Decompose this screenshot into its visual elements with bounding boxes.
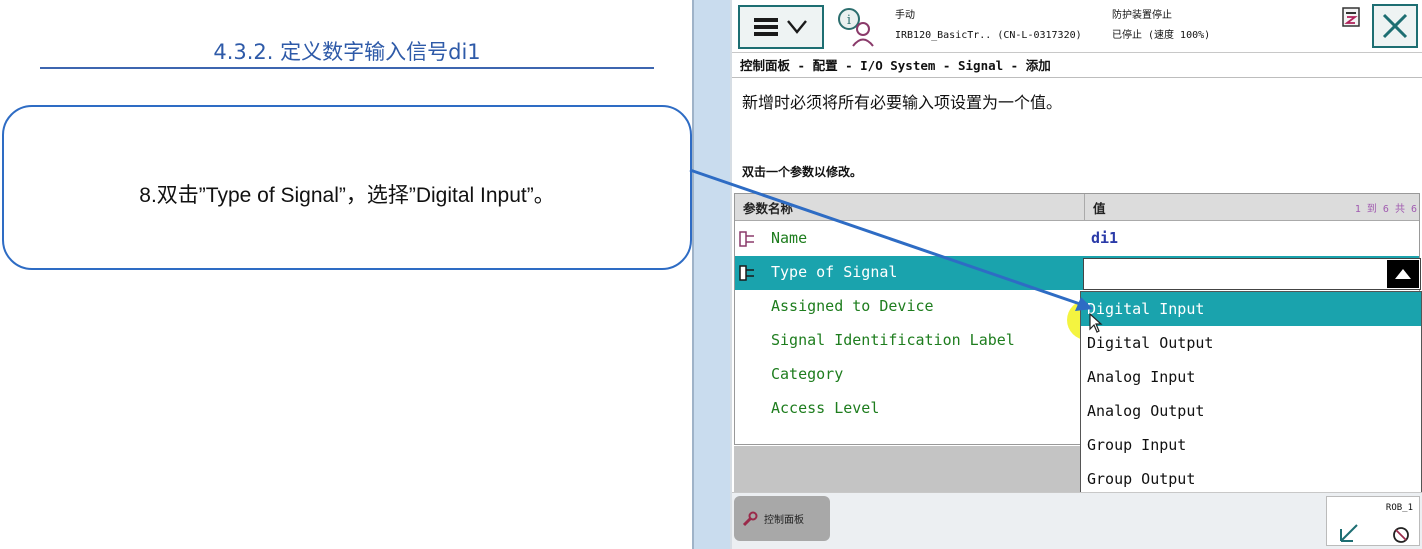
table-row-name[interactable]: Name di1 bbox=[735, 222, 1419, 256]
slide-panel: 4.3.2. 定义数字输入信号di1 8.双击”Type of Signal”，… bbox=[0, 0, 694, 549]
param-name: Type of Signal bbox=[771, 263, 898, 281]
step-callout: 8.双击”Type of Signal”，选择”Digital Input”。 bbox=[2, 105, 692, 270]
event-log-icon[interactable] bbox=[1342, 7, 1360, 27]
wrench-icon bbox=[742, 511, 758, 526]
param-value: di1 bbox=[1091, 229, 1119, 247]
signal-type-dropdown: Digital Input Digital Output Analog Inpu… bbox=[1080, 291, 1422, 495]
option-analog-input[interactable]: Analog Input bbox=[1081, 360, 1421, 394]
param-name: Access Level bbox=[771, 399, 880, 417]
column-divider bbox=[1084, 194, 1085, 221]
slide-title: 4.3.2. 定义数字输入信号di1 bbox=[213, 40, 481, 64]
svg-text:i: i bbox=[847, 13, 851, 28]
status-left: 手动 IRB120_BasicTr.. (CN-L-0317320) bbox=[895, 6, 1082, 46]
instruction-text: 新增时必须将所有必要输入项设置为一个值。 bbox=[742, 93, 1063, 112]
flexpendant-window: i 手动 IRB120_BasicTr.. (CN-L-0317320) 防护装… bbox=[730, 0, 1422, 549]
table-header: 参数名称 值 1 到 6 共 6 bbox=[735, 194, 1419, 221]
dropdown-toggle-button[interactable] bbox=[1387, 260, 1419, 288]
main-menu-button[interactable] bbox=[738, 5, 824, 49]
step-text: 8.双击”Type of Signal”，选择”Digital Input”。 bbox=[139, 184, 555, 207]
param-name: Signal Identification Label bbox=[771, 331, 1015, 349]
chevron-down-icon bbox=[787, 20, 807, 34]
hint-text: 双击一个参数以修改。 bbox=[742, 165, 863, 179]
protection-status: 防护装置停止 bbox=[1112, 10, 1172, 21]
close-icon bbox=[1382, 13, 1408, 39]
close-button[interactable] bbox=[1372, 4, 1418, 48]
jog-axes-icon bbox=[1340, 524, 1409, 543]
robot-label: ROB_1 bbox=[1385, 503, 1413, 513]
taskbar: 控制面板 ROB_1 bbox=[732, 492, 1422, 549]
page-indicator: 1 到 6 共 6 bbox=[1354, 204, 1417, 215]
top-bar: i 手动 IRB120_BasicTr.. (CN-L-0317320) 防护装… bbox=[732, 0, 1422, 53]
option-group-output[interactable]: Group Output bbox=[1081, 462, 1421, 496]
run-state: 已停止 (速度 100%) bbox=[1112, 30, 1211, 41]
mouse-pointer-icon bbox=[1089, 313, 1103, 333]
breadcrumb: 控制面板 - 配置 - I/O System - Signal - 添加 bbox=[740, 58, 1051, 73]
system-name: IRB120_BasicTr.. (CN-L-0317320) bbox=[895, 30, 1082, 41]
type-of-signal-select[interactable] bbox=[1083, 258, 1421, 290]
option-digital-input[interactable]: Digital Input bbox=[1081, 292, 1421, 326]
param-name: Category bbox=[771, 365, 844, 383]
status-right: 防护装置停止 已停止 (速度 100%) bbox=[1112, 6, 1210, 46]
option-analog-output[interactable]: Analog Output bbox=[1081, 394, 1421, 428]
triangle-up-icon bbox=[1395, 269, 1411, 279]
title-underline bbox=[40, 67, 654, 69]
hamburger-icon bbox=[754, 18, 778, 36]
taskbar-control-panel[interactable]: 控制面板 bbox=[734, 496, 830, 541]
param-name: Assigned to Device bbox=[771, 297, 934, 315]
breadcrumb-divider bbox=[732, 77, 1422, 78]
taskbar-label: 控制面板 bbox=[764, 515, 804, 526]
column-header-value: 值 bbox=[1093, 201, 1106, 216]
required-param-icon bbox=[739, 265, 754, 281]
operator-info-icon[interactable]: i bbox=[836, 6, 876, 48]
param-name: Name bbox=[771, 229, 808, 247]
option-digital-output[interactable]: Digital Output bbox=[1081, 326, 1421, 360]
quickset-button[interactable]: ROB_1 bbox=[1326, 496, 1420, 546]
required-param-icon bbox=[739, 231, 754, 247]
column-header-param: 参数名称 bbox=[743, 201, 794, 216]
option-group-input[interactable]: Group Input bbox=[1081, 428, 1421, 462]
mode-text: 手动 bbox=[895, 10, 915, 21]
